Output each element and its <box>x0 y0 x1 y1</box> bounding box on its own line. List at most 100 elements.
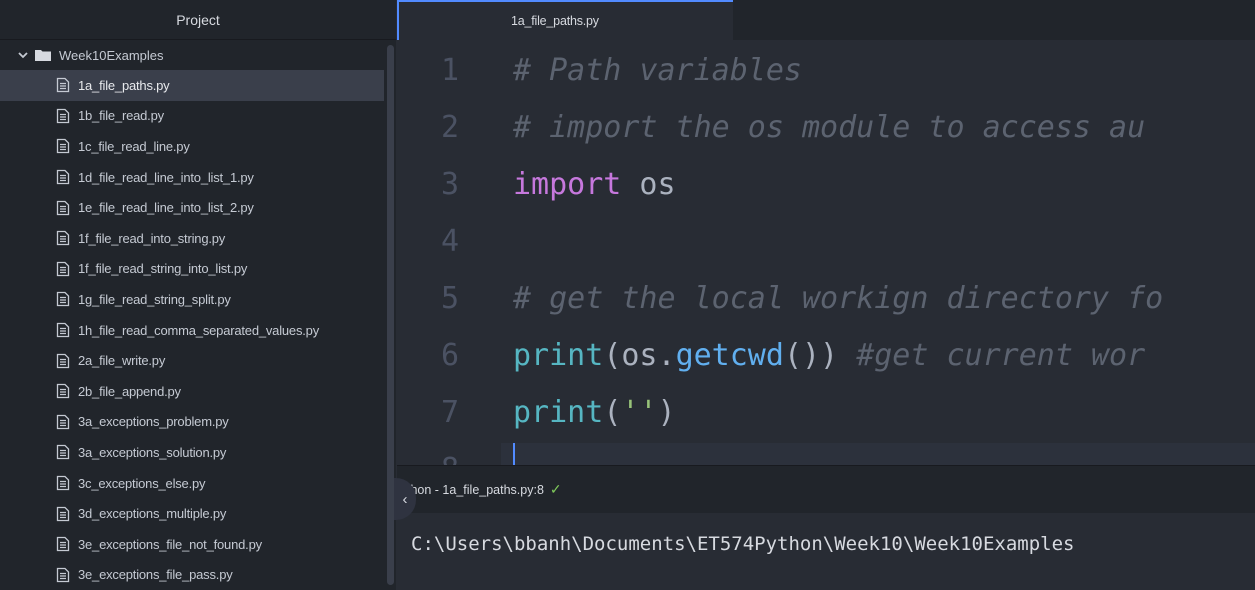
comment-token: #get current wor <box>856 338 1146 373</box>
output-panel: thon - 1a_file_paths.py:8 ✓ C:\Users\bba… <box>397 465 1255 590</box>
line-number: 6 <box>440 338 459 373</box>
string-token: '' <box>621 395 658 430</box>
file-item[interactable]: 3e_exceptions_file_pass.py <box>0 560 396 590</box>
code-line: 5 # get the local workign directory fo <box>397 270 1255 327</box>
file-item[interactable]: 2b_file_append.py <box>0 376 396 407</box>
code-line: 2 # import the os module to access au <box>397 99 1255 156</box>
file-label: 2b_file_append.py <box>78 383 181 399</box>
file-item[interactable]: 1a_file_paths.py <box>0 70 384 101</box>
code-line: 4 <box>397 213 1255 270</box>
file-text-icon <box>56 261 70 277</box>
file-item[interactable]: 3d_exceptions_multiple.py <box>0 498 396 529</box>
output-text: C:\Users\bbanh\Documents\ET574Python\Wee… <box>411 533 1075 555</box>
sidebar-title: Project <box>0 0 396 40</box>
file-item[interactable]: 3c_exceptions_else.py <box>0 468 396 499</box>
folder-label: Week10Examples <box>59 47 164 63</box>
punct-token: ()) <box>783 338 857 373</box>
code-text: print(os.getcwd()) #get current wor <box>513 338 1145 373</box>
line-number: 8 <box>397 452 459 465</box>
code-text: # Path variables <box>513 53 802 88</box>
code-line: 8 <box>397 441 1255 465</box>
line-number: 2 <box>440 110 459 145</box>
file-label: 1d_file_read_line_into_list_1.py <box>78 169 254 185</box>
file-text-icon <box>56 506 70 521</box>
file-label: 1g_file_read_string_split.py <box>78 291 231 307</box>
file-label: 3a_exceptions_solution.py <box>78 444 227 460</box>
file-text-icon <box>56 200 70 215</box>
tab-1a-file-paths[interactable]: 1a_file_paths.py <box>399 0 733 40</box>
file-label: 3e_exceptions_file_not_found.py <box>78 536 262 552</box>
file-text-icon <box>56 384 70 399</box>
file-item[interactable]: 1f_file_read_string_into_list.py <box>0 254 396 285</box>
punct-token: (os. <box>603 338 676 373</box>
punct-token: ( <box>603 395 622 430</box>
folder-week10examples[interactable]: Week10Examples <box>0 40 396 70</box>
file-label: 1e_file_read_line_into_list_2.py <box>78 200 254 216</box>
file-text-icon <box>56 78 70 93</box>
code-text: print('') <box>513 395 676 430</box>
file-text-icon <box>56 445 70 460</box>
file-item[interactable]: 1d_file_read_line_into_list_1.py <box>0 162 396 193</box>
file-item[interactable]: 3a_exceptions_problem.py <box>0 407 396 438</box>
file-text-icon <box>56 292 70 307</box>
code-line: 1 # Path variables <box>397 42 1255 99</box>
function-token: print <box>513 338 604 373</box>
file-tree: Week10Examples 1a_file_paths.py 1b_file_r… <box>0 40 396 590</box>
chevron-down-icon[interactable] <box>17 49 29 61</box>
identifier-token: os <box>621 167 676 202</box>
line-number: 7 <box>440 395 459 430</box>
file-label: 2a_file_write.py <box>78 353 166 369</box>
file-label: 1c_file_read_line.py <box>78 138 190 154</box>
file-label: 3e_exceptions_file_pass.py <box>78 567 233 583</box>
file-item[interactable]: 1f_file_read_into_string.py <box>0 223 396 254</box>
file-text-icon <box>56 475 70 491</box>
file-label: 1f_file_read_string_into_list.py <box>78 261 248 277</box>
file-item[interactable]: 1c_file_read_line.py <box>0 131 396 162</box>
code-line: 7 print('') <box>397 384 1255 441</box>
file-item[interactable]: 3e_exceptions_file_not_found.py <box>0 529 396 560</box>
code-text: import os <box>513 167 676 202</box>
file-text-icon <box>56 231 70 246</box>
output-toolbar: thon - 1a_file_paths.py:8 ✓ <box>397 466 1255 513</box>
file-text-icon <box>56 414 70 429</box>
punct-token: ) <box>657 395 676 430</box>
code-line: 6 print(os.getcwd()) #get current wor <box>397 327 1255 384</box>
file-text-icon <box>56 108 70 124</box>
file-label: 1b_file_read.py <box>78 108 164 124</box>
file-item[interactable]: 1b_file_read.py <box>0 101 396 132</box>
function-token: print <box>513 395 604 430</box>
file-label: 1a_file_paths.py <box>78 77 170 93</box>
editor-pane: 1a_file_paths.py 1 # Path variables 2 # … <box>397 0 1255 465</box>
project-sidebar: Project Week10Examples 1a_file_paths.py 1… <box>0 0 396 590</box>
file-label: 1h_file_read_comma_separated_values.py <box>78 322 320 338</box>
file-text-icon <box>56 537 70 552</box>
file-item[interactable]: 1g_file_read_string_split.py <box>0 284 396 315</box>
keyword-token: import <box>513 167 622 202</box>
method-token: getcwd <box>675 338 784 373</box>
text-cursor <box>513 443 515 465</box>
file-item[interactable]: 1h_file_read_comma_separated_values.py <box>0 315 396 346</box>
file-text-icon <box>56 139 70 154</box>
line-number: 5 <box>440 281 459 316</box>
code-text: # get the local workign directory fo <box>513 281 1164 316</box>
run-status-label: thon - 1a_file_paths.py:8 <box>407 482 544 497</box>
file-item[interactable]: 2a_file_write.py <box>0 345 396 376</box>
file-text-icon <box>56 353 70 368</box>
file-text-icon <box>56 567 70 582</box>
line-number: 3 <box>440 167 459 202</box>
file-label: 1f_file_read_into_string.py <box>78 230 226 246</box>
code-line: 3 import os <box>397 156 1255 213</box>
file-item[interactable]: 3a_exceptions_solution.py <box>0 437 396 468</box>
tab-bar: 1a_file_paths.py <box>397 0 1255 40</box>
line-number: 4 <box>440 224 459 259</box>
check-icon: ✓ <box>549 481 562 497</box>
sidebar-scrollbar[interactable] <box>387 45 394 585</box>
chevron-left-icon: ‹ <box>402 490 408 508</box>
file-text-icon <box>56 169 70 185</box>
file-text-icon <box>56 322 70 338</box>
file-label: 3d_exceptions_multiple.py <box>78 506 227 522</box>
file-list: 1a_file_paths.py 1b_file_read.py 1c_file_r… <box>0 70 396 590</box>
folder-icon <box>35 50 51 61</box>
file-label: 3c_exceptions_else.py <box>78 475 206 491</box>
file-item[interactable]: 1e_file_read_line_into_list_2.py <box>0 192 396 223</box>
